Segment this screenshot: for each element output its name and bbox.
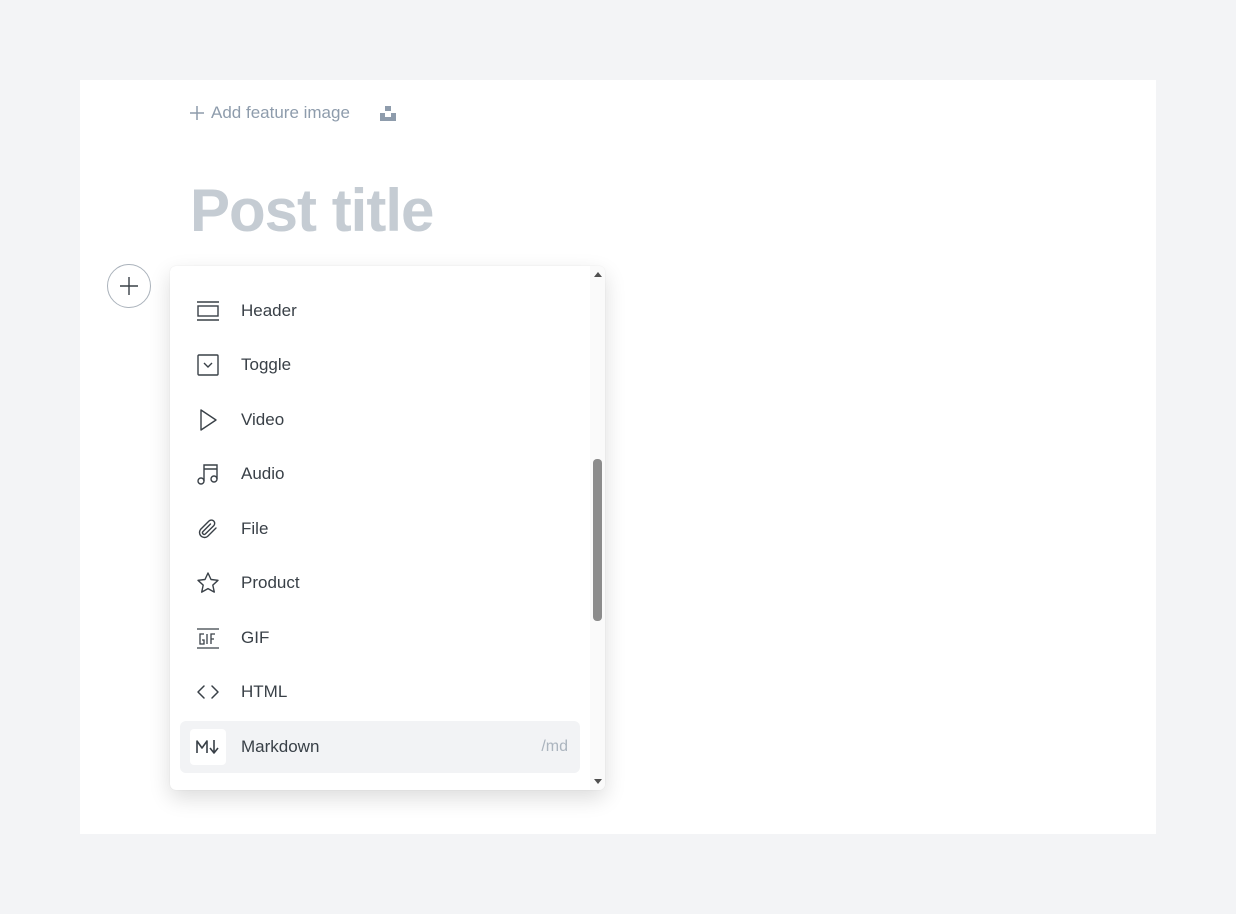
plus-icon xyxy=(190,106,204,120)
star-icon xyxy=(190,565,226,601)
feature-image-row: Add feature image xyxy=(189,101,397,125)
menu-item-toggle[interactable]: Toggle xyxy=(180,339,580,391)
menu-item-label: Markdown xyxy=(241,737,320,756)
audio-icon xyxy=(190,456,226,492)
card-menu: Header Toggle Video Audio File Product G… xyxy=(170,266,605,790)
editor-canvas: Add feature image Post title Header Togg… xyxy=(80,80,1156,834)
menu-item-label: Product xyxy=(241,573,300,592)
menu-item-label: GIF xyxy=(241,628,270,647)
scrollbar-thumb[interactable] xyxy=(593,459,602,621)
scrollbar[interactable] xyxy=(590,266,605,790)
menu-item-video[interactable]: Video xyxy=(180,394,580,446)
menu-item-label: Audio xyxy=(241,464,285,483)
unsplash-icon[interactable] xyxy=(379,104,397,122)
menu-item-file[interactable]: File xyxy=(180,503,580,555)
add-feature-image-button[interactable]: Add feature image xyxy=(189,103,350,123)
gif-icon xyxy=(190,620,226,656)
menu-item-label: File xyxy=(241,519,269,538)
scroll-up-arrow-icon[interactable] xyxy=(594,272,602,277)
paperclip-icon xyxy=(190,511,226,547)
post-title-placeholder[interactable]: Post title xyxy=(190,176,434,246)
plus-icon xyxy=(120,277,138,295)
menu-item-gif[interactable]: GIF xyxy=(180,612,580,664)
video-icon xyxy=(190,402,226,438)
menu-item-label: HTML xyxy=(241,682,288,701)
menu-item-header[interactable]: Header xyxy=(180,285,580,337)
toggle-icon xyxy=(190,347,226,383)
menu-item-label: Toggle xyxy=(241,355,292,374)
code-icon xyxy=(190,674,226,710)
add-feature-image-label: Add feature image xyxy=(211,103,350,122)
markdown-icon xyxy=(190,729,226,765)
menu-item-product[interactable]: Product xyxy=(180,557,580,609)
callout-icon xyxy=(190,266,226,273)
menu-item-audio[interactable]: Audio xyxy=(180,448,580,500)
add-card-button[interactable] xyxy=(107,264,151,308)
menu-item-html[interactable]: HTML xyxy=(180,666,580,718)
header-icon xyxy=(190,293,226,329)
menu-item-label: Video xyxy=(241,410,285,429)
scroll-down-arrow-icon[interactable] xyxy=(594,779,602,784)
menu-item-hidden xyxy=(180,266,580,281)
menu-item-label: Header xyxy=(241,301,297,320)
menu-item-markdown[interactable]: Markdown /md xyxy=(180,721,580,773)
shortcut-hint: /md xyxy=(541,738,568,755)
card-menu-list: Header Toggle Video Audio File Product G… xyxy=(170,266,590,790)
